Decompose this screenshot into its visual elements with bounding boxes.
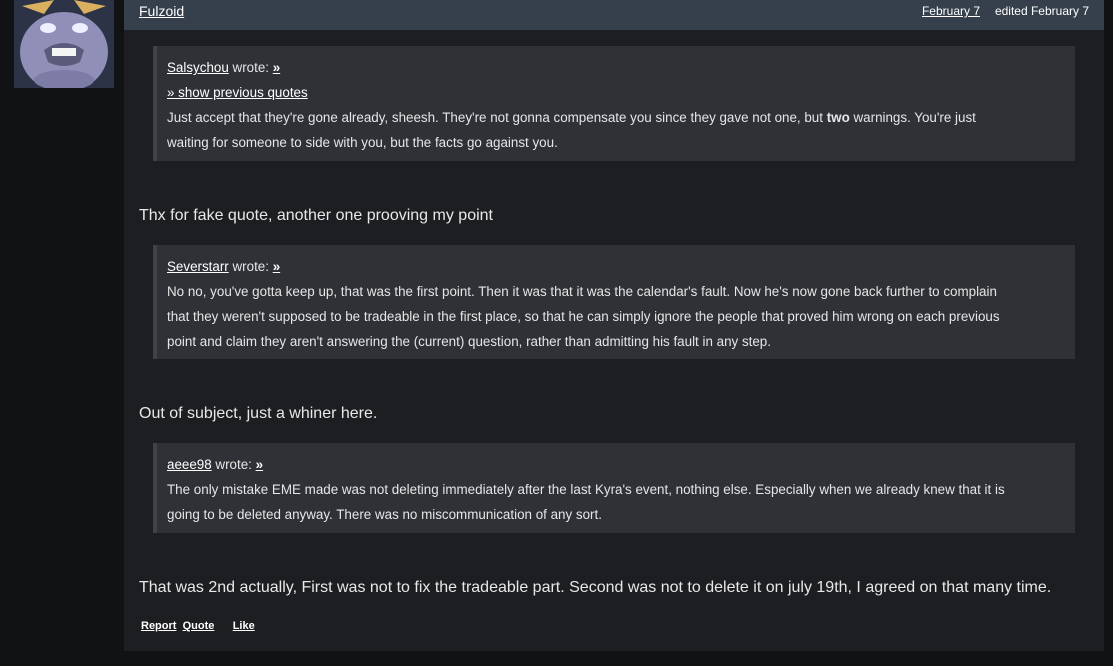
quote-author-link[interactable]: Severstarr: [167, 259, 229, 274]
quote-author-link[interactable]: aeee98: [167, 457, 212, 472]
jump-to-quote-link[interactable]: »: [256, 457, 263, 472]
jump-to-quote-link[interactable]: »: [273, 259, 280, 274]
reply-text: That was 2nd actually, First was not to …: [139, 579, 1052, 596]
blockquote: Severstarr wrote: » No no, you've gotta …: [153, 245, 1075, 359]
quote-text: going to be deleted anyway. There was no…: [167, 507, 602, 522]
jump-to-quote-link[interactable]: »: [273, 60, 280, 75]
quote-text: point and claim they aren't answering th…: [167, 334, 771, 349]
reply-text: Out of subject, just a whiner here.: [139, 405, 378, 422]
show-previous-quotes-link[interactable]: » show previous quotes: [167, 85, 308, 100]
report-link[interactable]: Report: [141, 620, 176, 632]
quote-text-bold: two: [826, 110, 850, 125]
quote-author-link[interactable]: Salsychou: [167, 60, 229, 75]
quote-attribution: Severstarr wrote: »: [167, 254, 1063, 279]
quote-text: that they weren't supposed to be tradeab…: [167, 309, 1000, 324]
forum-post: Fulzoid February 7 edited February 7 Sal…: [124, 0, 1104, 651]
quote-text: waiting for someone to side with you, bu…: [167, 135, 558, 150]
quote-text: No no, you've gotta keep up, that was th…: [167, 284, 997, 299]
quote-link[interactable]: Quote: [183, 620, 215, 632]
reply-text: Thx for fake quote, another one prooving…: [139, 207, 493, 224]
post-date-link[interactable]: February 7: [922, 4, 980, 18]
post-header: Fulzoid February 7 edited February 7: [124, 0, 1104, 30]
avatar[interactable]: [14, 0, 114, 88]
wrote-label: wrote:: [232, 60, 269, 75]
blockquote: aeee98 wrote: » The only mistake EME mad…: [153, 443, 1075, 533]
edited-label: edited February 7: [994, 4, 1089, 18]
wrote-label: wrote:: [215, 457, 252, 472]
like-link[interactable]: Like: [233, 620, 255, 632]
quote-text: The only mistake EME made was not deleti…: [167, 482, 1005, 497]
quote-text-part: Just accept that they're gone already, s…: [167, 110, 827, 125]
avatar-image: [14, 0, 114, 88]
quote-text: Just accept that they're gone already, s…: [167, 105, 1063, 130]
quote-text-part: warnings. You're just: [849, 110, 976, 125]
wrote-label: wrote:: [232, 259, 269, 274]
post-actions: Report Quote Like: [141, 620, 255, 632]
quote-attribution: aeee98 wrote: »: [167, 452, 1063, 477]
blockquote: Salsychou wrote: » » show previous quote…: [153, 46, 1075, 161]
quote-attribution: Salsychou wrote: »: [167, 55, 1063, 80]
author-link[interactable]: Fulzoid: [139, 3, 184, 19]
